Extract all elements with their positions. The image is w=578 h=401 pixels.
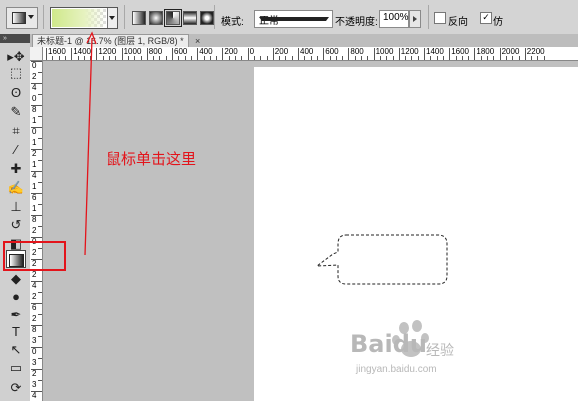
watermark-logo-text: Baidu	[350, 330, 427, 358]
watermark-url: jingyan.baidu.com	[356, 364, 437, 375]
highlight-box	[3, 241, 66, 271]
speech-bubble-selection	[315, 234, 448, 285]
watermark-logo: Baidu	[350, 330, 427, 358]
selection-marquee	[84, 31, 448, 357]
annotation-text: 鼠标单击这里	[106, 151, 197, 168]
annotation-arrow	[84, 37, 93, 256]
watermark-cn: 经验	[426, 342, 454, 358]
